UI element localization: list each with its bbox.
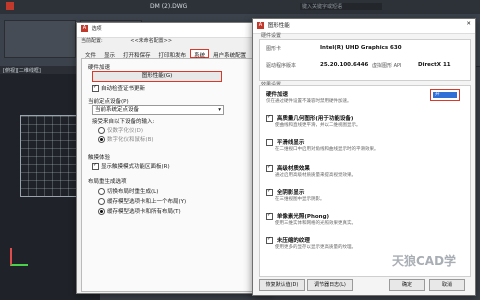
hw-accel-desc: 仅在通过硬件设置不兼容时禁用硬件加速。: [266, 99, 352, 104]
effect-row-4[interactable]: 单像素光照(Phong) 使用三维实体和网格的光照效果更真实。: [266, 212, 466, 226]
ribbon-panel-left[interactable]: [4, 20, 76, 58]
watermark-text: 天狼CAD学: [392, 254, 457, 268]
effect-checkbox-0[interactable]: [266, 114, 273, 122]
ucs-icon: [10, 248, 28, 266]
effect-checkbox-4[interactable]: [266, 212, 273, 220]
effect-checkbox-5[interactable]: [266, 236, 273, 244]
search-input[interactable]: 键入关键字或短语: [300, 3, 382, 10]
hw-accel-toggle-on: 开: [433, 92, 457, 98]
hw-accel-group-label: 硬件加速: [88, 65, 111, 71]
tab-display[interactable]: 显示: [100, 49, 119, 59]
system-tab-panel: 硬件加速 图形性能(G) 自动检查证书更新 当前定点设备(P) 当前系统定点设备…: [81, 58, 269, 292]
regen-option-2-row[interactable]: 缓存模型选项卡和上一个布局(Y): [98, 197, 186, 205]
regen-radio-1[interactable]: [98, 188, 105, 195]
effect-desc-0: 使曲线和直线更平滑，并以二维视图显示。: [275, 123, 361, 128]
pointing-device-group-label: 当前定点设备(P): [88, 99, 129, 105]
layout-regen-group-label: 布局重生成选项: [88, 179, 127, 185]
radio-digitizer-mouse-label: 数字化仪和鼠标(B): [107, 137, 154, 143]
cancel-button[interactable]: 取消: [429, 279, 465, 291]
graphics-title-bar: A 图形性能 ✕: [253, 19, 475, 34]
autocad-logo[interactable]: [6, 2, 14, 10]
tab-system[interactable]: 系统: [190, 49, 210, 59]
close-icon[interactable]: ✕: [466, 21, 471, 27]
effect-desc-1: 在二维视口中启用对角线和曲线显示时的平滑效果。: [275, 147, 379, 152]
api-value: DirectX 11: [418, 62, 451, 68]
regen-radio-2[interactable]: [98, 198, 105, 205]
gpu-value: Intel(R) UHD Graphics 630: [320, 45, 402, 51]
options-dialog: A 选项 当前配置: <<未命名配置>> 文件 显示 打开和保存 打印和发布 系…: [76, 22, 274, 294]
api-label: 虚拟图形 API: [372, 63, 402, 69]
radio-digitizer-only-label: 仅数字化仪(D): [107, 128, 144, 134]
graphics-title: 图形性能: [267, 23, 290, 29]
regen-option-3-row[interactable]: 缓存模型选项卡和所有布局(T): [98, 207, 181, 215]
effect-desc-4: 使用三维实体和网格的光照效果更真实。: [275, 221, 356, 226]
hw-accel-toggle[interactable]: 开: [430, 89, 460, 101]
hw-accel-label: 硬件加速: [266, 92, 289, 98]
effect-checkbox-2[interactable]: [266, 164, 273, 172]
radio-digitizer-mouse[interactable]: [98, 136, 105, 143]
touch-group-label: 触摸体验: [88, 155, 111, 161]
regen-option-3-label: 缓存模型选项卡和所有布局(T): [107, 209, 181, 215]
tab-user-preferences[interactable]: 用户系统配置: [209, 49, 250, 59]
auto-check-checkbox[interactable]: [92, 84, 99, 92]
effects-settings-box: 硬件加速 仅在通过硬件设置不兼容时禁用硬件加速。 开 高质量几何图形(用于功能设…: [259, 85, 471, 277]
current-config-label: 当前配置:: [81, 38, 103, 44]
effect-checkbox-3[interactable]: [266, 188, 273, 196]
cad-title-bar: DM (2).DWG 键入关键字或短语: [0, 0, 480, 14]
auto-check-label: 自动检查证书更新: [101, 86, 146, 92]
current-config-value: <<未命名配置>>: [130, 38, 173, 44]
effect-row-5[interactable]: 未压缩的纹理 使用更多的显存以显示更高质量的纹理。: [266, 236, 466, 250]
touch-option-label: 显示触摸模式功能区面板(R): [101, 164, 170, 170]
effect-desc-5: 使用更多的显存以显示更高质量的纹理。: [275, 245, 356, 250]
touch-option-row[interactable]: 显示触摸模式功能区面板(R): [92, 162, 170, 170]
autocad-a-icon: A: [257, 22, 264, 29]
drawing-title: DM (2).DWG: [150, 3, 188, 10]
hw-settings-box: 图形卡 Intel(R) UHD Graphics 630 驱动程序版本 25.…: [259, 39, 471, 81]
regen-option-1-label: 切换布局时重生成(L): [107, 189, 159, 195]
restore-default-button[interactable]: 恢复默认值(D): [259, 279, 305, 291]
chevron-down-icon: ▾: [218, 107, 221, 113]
effect-checkbox-1[interactable]: [266, 139, 273, 146]
tab-files[interactable]: 文件: [81, 49, 100, 59]
current-config: 当前配置: <<未命名配置>>: [81, 37, 172, 44]
ok-button[interactable]: 确定: [389, 279, 425, 291]
effect-desc-2: 通过启用高级材质质量来提高视觉效果。: [275, 173, 356, 178]
effect-row-0[interactable]: 高质量几何图形(用于功能设备) 使曲线和直线更平滑，并以二维视图显示。: [266, 114, 466, 128]
regen-radio-3[interactable]: [98, 208, 105, 215]
effect-desc-3: 在三维视图中显示阴影。: [275, 197, 325, 202]
options-title: 选项: [91, 26, 102, 32]
pointing-device-select[interactable]: 当前系统定点设备 ▾: [92, 105, 224, 115]
graphics-performance-button[interactable]: 图形性能(G): [92, 71, 222, 82]
regen-option-2-label: 缓存模型选项卡和上一个布局(Y): [107, 199, 187, 205]
options-tabs: 文件 显示 打开和保存 打印和发布 系统 用户系统配置: [81, 49, 267, 59]
accept-input-label: 接受来自以下设备的输入:: [92, 119, 155, 125]
autocad-a-icon: A: [81, 25, 88, 32]
graphics-footer: 恢复默认值(D) 调节器日志(L) 确定 取消: [259, 279, 469, 291]
effect-row-1[interactable]: 平滑线显示 在二维视口中启用对角线和曲线显示时的平滑效果。: [266, 138, 466, 152]
regen-option-1-row[interactable]: 切换布局时重生成(L): [98, 187, 158, 195]
driver-version-value: 25.20.100.6446: [320, 62, 369, 68]
pointing-device-value: 当前系统定点设备: [95, 107, 140, 113]
gpu-label: 图形卡: [266, 46, 282, 52]
effect-row-2[interactable]: 高级材质效果 通过启用高级材质质量来提高视觉效果。: [266, 164, 466, 178]
radio-digitizer-only-row[interactable]: 仅数字化仪(D): [98, 126, 143, 134]
touch-checkbox[interactable]: [92, 162, 99, 170]
tab-open-save[interactable]: 打开和保存: [119, 49, 155, 59]
effect-row-3[interactable]: 全阴影显示 在三维视图中显示阴影。: [266, 188, 466, 202]
tuning-log-button[interactable]: 调节器日志(L): [307, 279, 353, 291]
tab-plot-publish[interactable]: 打印和发布: [155, 49, 191, 59]
radio-digitizer-only[interactable]: [98, 127, 105, 134]
hw-settings-label: 硬件设置: [261, 33, 282, 39]
radio-digitizer-mouse-row[interactable]: 数字化仪和鼠标(B): [98, 135, 154, 143]
driver-version-label: 驱动程序版本: [266, 63, 297, 69]
auto-check-updates-row[interactable]: 自动检查证书更新: [92, 84, 145, 92]
options-title-bar: A 选项: [77, 23, 273, 38]
